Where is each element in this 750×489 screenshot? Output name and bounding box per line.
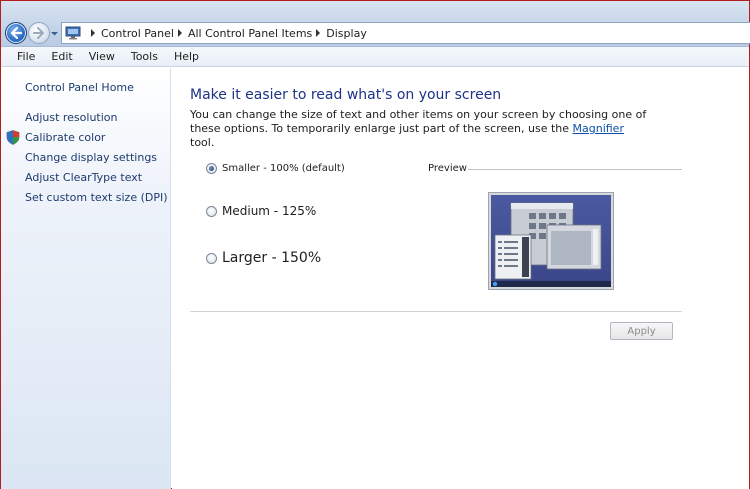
radio-smaller[interactable]: [206, 163, 217, 174]
option-larger-label: Larger - 150%: [222, 250, 322, 266]
control-panel-home-link[interactable]: Control Panel Home: [25, 81, 134, 94]
apply-button[interactable]: Apply: [610, 322, 673, 340]
task-pane: Control Panel Home Adjust resolution Cal…: [1, 68, 171, 489]
breadcrumb-separator-icon[interactable]: [91, 29, 95, 37]
page-description: You can change the size of text and othe…: [190, 108, 647, 149]
preview-divider: [468, 169, 682, 170]
option-medium-label: Medium - 125%: [222, 204, 317, 218]
forward-button[interactable]: [28, 22, 50, 44]
breadcrumb-control-panel[interactable]: Control Panel: [101, 27, 174, 40]
recent-pages-dropdown-icon[interactable]: [50, 30, 59, 37]
forward-arrow-icon: [33, 27, 44, 39]
option-larger[interactable]: Larger - 150%: [206, 250, 321, 266]
back-button[interactable]: [5, 22, 27, 44]
option-smaller[interactable]: Smaller - 100% (default): [206, 163, 345, 174]
radio-larger[interactable]: [206, 252, 217, 264]
adjust-cleartype-link[interactable]: Adjust ClearType text: [25, 171, 142, 184]
set-custom-text-size-link[interactable]: Set custom text size (DPI): [25, 191, 168, 204]
radio-medium[interactable]: [206, 205, 217, 217]
uac-shield-icon: [6, 130, 20, 145]
menu-view[interactable]: View: [81, 50, 123, 63]
preview-image: [488, 192, 614, 290]
menu-file[interactable]: File: [9, 50, 43, 63]
option-medium[interactable]: Medium - 125%: [206, 204, 316, 218]
breadcrumb-all-items[interactable]: All Control Panel Items: [188, 27, 312, 40]
change-display-settings-link[interactable]: Change display settings: [25, 151, 157, 164]
menu-tools[interactable]: Tools: [123, 50, 166, 63]
control-panel-icon: [65, 26, 81, 40]
page-title: Make it easier to read what's on your sc…: [190, 87, 502, 103]
breadcrumb-display[interactable]: Display: [326, 27, 367, 40]
address-bar[interactable]: Control Panel All Control Panel Items Di…: [61, 22, 750, 44]
main-content: Make it easier to read what's on your sc…: [172, 68, 749, 489]
adjust-resolution-link[interactable]: Adjust resolution: [25, 111, 118, 124]
menu-edit[interactable]: Edit: [43, 50, 80, 63]
content-divider: [190, 311, 682, 312]
magnifier-link[interactable]: Magnifier: [573, 122, 624, 135]
breadcrumb-separator-icon[interactable]: [316, 29, 321, 37]
preview-label: Preview: [428, 163, 467, 174]
calibrate-color-link[interactable]: Calibrate color: [25, 131, 105, 144]
navigation-bar: Control Panel All Control Panel Items Di…: [1, 1, 750, 47]
option-smaller-label: Smaller - 100% (default): [222, 163, 345, 174]
menu-help[interactable]: Help: [166, 50, 207, 63]
breadcrumb-separator-icon[interactable]: [177, 29, 182, 37]
back-arrow-icon: [10, 26, 23, 40]
menu-bar: File Edit View Tools Help: [1, 47, 749, 67]
desktop-preview-icon: [491, 195, 611, 287]
